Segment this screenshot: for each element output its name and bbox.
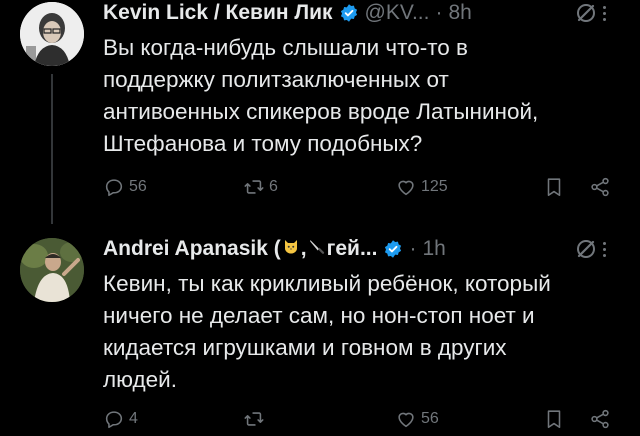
tweet-header: Kevin Lick / Кевин Лик @KV... · 8h xyxy=(103,0,620,26)
timestamp[interactable]: 8h xyxy=(448,1,471,25)
like-count: 56 xyxy=(421,410,439,427)
bookmark-icon xyxy=(547,410,561,429)
avatar-kevin-lick[interactable] xyxy=(20,2,84,66)
author-name-suffix: гей... xyxy=(326,237,378,260)
tweet-header: Andrei Apanasik (, гей... · 1h xyxy=(103,236,620,262)
verified-badge-icon xyxy=(383,239,403,259)
tweet-text: Вы когда-нибудь слышали что-то в поддерж… xyxy=(103,35,539,156)
more-icon[interactable] xyxy=(603,241,606,257)
tweet-1[interactable]: Kevin Lick / Кевин Лик @KV... · 8h Вы ко… xyxy=(0,0,640,215)
repost-count: 6 xyxy=(269,178,278,195)
repost-icon xyxy=(244,180,264,194)
reply-button[interactable]: 4 xyxy=(103,408,138,430)
repost-button[interactable] xyxy=(243,408,269,430)
bookmark-button[interactable] xyxy=(543,176,565,198)
bookmark-button[interactable] xyxy=(543,408,565,430)
knife-emoji-icon xyxy=(307,237,327,261)
reply-button[interactable]: 56 xyxy=(103,176,147,198)
reply-icon xyxy=(105,411,123,429)
tweet-actions: 56 6 125 xyxy=(103,176,620,204)
tweet-2[interactable]: Andrei Apanasik (, гей... · 1h Кевин, ты … xyxy=(0,224,640,436)
cat-emoji-icon xyxy=(281,237,301,261)
tweet-text: Кевин, ты как крикливый ребёнок, который… xyxy=(103,271,551,392)
share-icon xyxy=(591,409,609,429)
like-icon xyxy=(398,412,414,428)
share-button[interactable] xyxy=(589,176,611,198)
like-count: 125 xyxy=(421,178,448,195)
author-name[interactable]: Kevin Lick / Кевин Лик xyxy=(103,1,333,25)
separator-dot: · xyxy=(409,237,417,260)
reply-count: 4 xyxy=(129,410,138,427)
separator-dot: · xyxy=(435,1,443,24)
reply-count: 56 xyxy=(129,178,147,195)
repost-button[interactable]: 6 xyxy=(243,176,278,198)
more-icon[interactable] xyxy=(603,5,606,21)
avatar-andrei-apanasik[interactable] xyxy=(20,238,84,302)
like-button[interactable]: 125 xyxy=(395,176,448,198)
reply-icon xyxy=(105,179,123,197)
grok-slash-icon[interactable] xyxy=(574,1,598,25)
author-name-prefix: Andrei Apanasik ( xyxy=(103,237,281,260)
author-name[interactable]: Andrei Apanasik (, гей... xyxy=(103,237,377,261)
timestamp[interactable]: 1h xyxy=(422,237,445,261)
tweet-actions: 4 56 xyxy=(103,408,620,436)
grok-slash-icon[interactable] xyxy=(574,237,598,261)
share-button[interactable] xyxy=(589,408,611,430)
like-button[interactable]: 56 xyxy=(395,408,439,430)
author-handle[interactable]: @KV... xyxy=(365,1,430,25)
like-icon xyxy=(398,180,414,196)
share-icon xyxy=(591,177,609,197)
repost-icon xyxy=(244,412,264,426)
bookmark-icon xyxy=(547,178,561,197)
verified-badge-icon xyxy=(339,3,359,23)
